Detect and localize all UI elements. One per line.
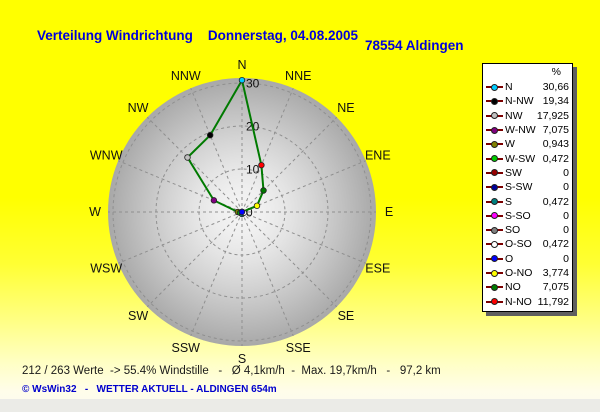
footer-credit: © WsWin32 - WETTER AKTUELL - ALDINGEN 65…: [22, 384, 277, 395]
app-background: Verteilung Windrichtung Donnerstag, 04.08…: [0, 0, 600, 412]
legend-value: 17,925: [536, 109, 569, 122]
legend-marker-icon: [486, 111, 503, 120]
legend-marker-icon: [486, 240, 503, 249]
data-point-marker-no: [260, 187, 267, 194]
legend-direction-label: W-SW: [505, 152, 536, 165]
legend-value: 0,472: [542, 195, 569, 208]
legend-direction-label: O-NO: [505, 267, 533, 279]
legend-marker-icon: [486, 183, 503, 192]
legend-direction-label: SO: [505, 224, 521, 237]
compass-label-n: N: [237, 58, 246, 72]
legend-row-sw: SW 0: [483, 166, 572, 180]
legend-row-o: O0: [483, 252, 572, 266]
legend-marker-icon: [486, 126, 503, 135]
compass-label-nne: NNE: [285, 69, 311, 83]
legend-marker-icon: [486, 211, 503, 220]
legend-direction-label: W-NW: [505, 124, 536, 137]
compass-label-sw: SW: [128, 309, 148, 323]
legend-marker-icon: [486, 283, 503, 292]
legend-marker-icon: [486, 269, 503, 278]
legend-value: 0: [563, 181, 569, 194]
legend-marker-icon: [486, 97, 503, 106]
compass-label-s: S: [238, 352, 246, 366]
legend-row-so: SO 0: [483, 223, 572, 237]
compass-label-ene: ENE: [365, 149, 391, 163]
legend-direction-label: NW: [505, 109, 523, 122]
legend-row-s-sw: S-SW 0: [483, 180, 572, 194]
legend-value: 11,792: [537, 295, 569, 308]
legend-direction-label: O-SO: [505, 238, 532, 251]
legend-value: 7,075: [542, 281, 569, 294]
compass-label-ne: NE: [337, 101, 354, 115]
legend-row-s: S 0,472: [483, 194, 572, 208]
legend-direction-label: S: [505, 195, 513, 208]
legend-marker-icon: [486, 140, 503, 149]
window-bottom-strip: [0, 399, 600, 412]
data-point-marker-n: [238, 76, 246, 84]
compass-label-nnw: NNW: [171, 69, 201, 83]
data-point-marker-n-nw: [206, 131, 214, 139]
legend-direction-label: O: [505, 252, 514, 265]
legend-value: 3,774: [542, 267, 569, 279]
legend-value: 0: [563, 209, 569, 222]
legend-value: 0: [563, 224, 569, 237]
legend-row-nw: NW 17,925: [483, 109, 572, 123]
legend-value: 0,472: [542, 238, 569, 251]
legend-row-o-no: O-NO 3,774: [483, 266, 572, 280]
compass-label-wsw: WSW: [90, 261, 122, 275]
compass-label-wnw: WNW: [90, 149, 123, 163]
legend-row-w: W 0,943: [483, 137, 572, 151]
legend-marker-icon: [486, 226, 503, 235]
legend-value: 0,943: [542, 138, 569, 151]
data-point-marker-o: [238, 208, 246, 216]
legend-value: 0: [563, 252, 569, 265]
data-point-marker-n-no: [258, 161, 265, 169]
legend-rows: N 30,66 N-NW 19,34 NW 17,925 W-NW 7,075 W 0,943 W-…: [483, 80, 572, 309]
legend-box: % N 30,66 N-NW 19,34 NW 17,925 W-NW 7,075 W 0,943…: [482, 63, 573, 312]
legend-row-w-nw: W-NW 7,075: [483, 123, 572, 137]
legend-row-no: NO 7,075: [483, 280, 572, 294]
legend-marker-icon: [486, 197, 503, 206]
legend-direction-label: S-SO: [505, 209, 531, 222]
legend-direction-label: N-NO: [505, 295, 532, 308]
legend-direction-label: S-SW: [505, 181, 533, 194]
compass-label-e: E: [385, 205, 393, 219]
compass-label-sse: SSE: [286, 341, 311, 355]
axis-tick-label: 30: [246, 77, 260, 91]
legend-value: 0: [563, 166, 569, 179]
legend-header: %: [551, 66, 561, 78]
legend-value: 0,472: [542, 152, 569, 165]
axis-tick-label: 10: [246, 163, 260, 177]
legend-row-s-so: S-SO 0: [483, 209, 572, 223]
legend-direction-label: NO: [505, 281, 521, 294]
legend-direction-label: W: [505, 138, 515, 151]
data-point-marker-nw: [184, 154, 191, 161]
status-line: 212 / 263 Werte -> 55.4% Windstille - Ø …: [22, 365, 441, 377]
legend-marker-icon: [486, 83, 503, 92]
legend-marker-icon: [486, 254, 503, 263]
legend-direction-label: SW: [505, 166, 522, 179]
compass-label-ese: ESE: [365, 261, 390, 275]
compass-label-ssw: SSW: [172, 341, 201, 355]
data-point-marker-o-no: [253, 202, 261, 209]
compass-label-nw: NW: [128, 101, 149, 115]
legend-marker-icon: [486, 297, 503, 306]
legend-row-w-sw: W-SW 0,472: [483, 151, 572, 165]
data-point-marker-w-nw: [210, 197, 218, 204]
legend-direction-label: N-NW: [505, 95, 534, 108]
legend-marker-icon: [486, 154, 503, 163]
legend-row-n-no: N-NO 11,792: [483, 294, 572, 308]
compass-label-w: W: [89, 205, 101, 219]
legend-row-n-nw: N-NW 19,34: [483, 94, 572, 108]
legend-value: 30,66: [542, 81, 569, 94]
legend-value: 19,34: [542, 95, 569, 108]
legend-row-o-so: O-SO 0,472: [483, 237, 572, 251]
legend-row-n: N 30,66: [483, 80, 572, 94]
compass-label-se: SE: [338, 309, 355, 323]
legend-marker-icon: [486, 168, 503, 177]
legend-direction-label: N: [505, 81, 513, 94]
legend-value: 7,075: [542, 124, 569, 137]
